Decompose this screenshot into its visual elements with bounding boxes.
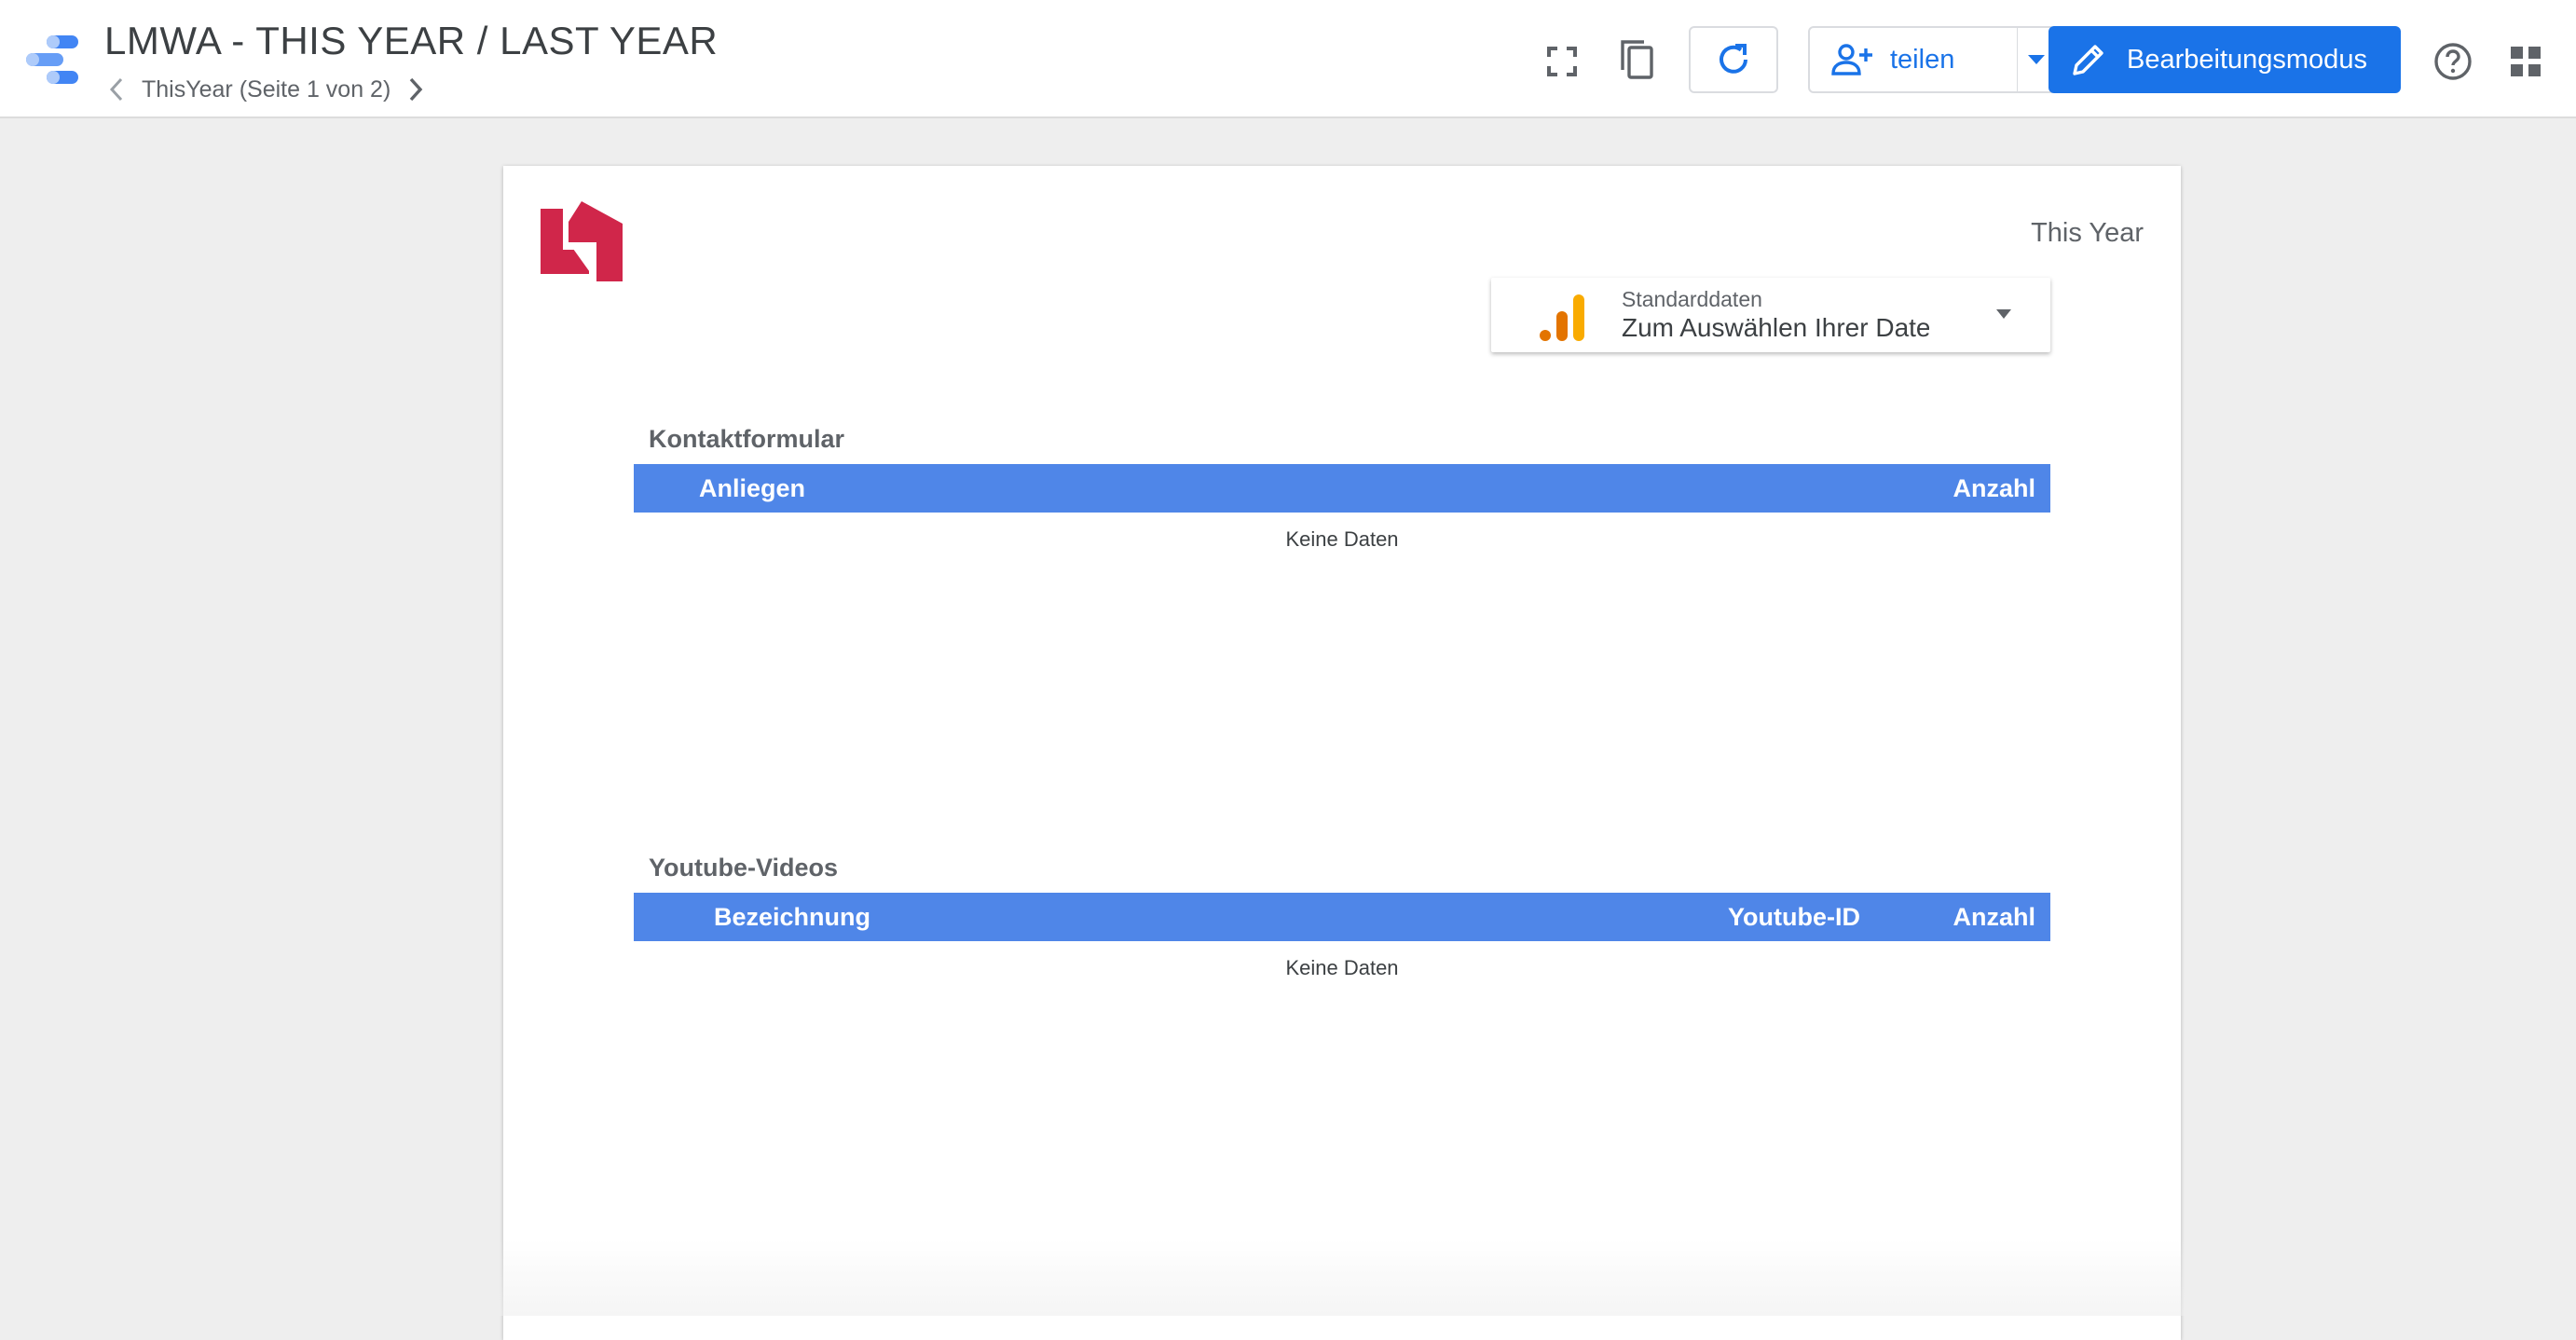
no-data-message: Keine Daten [1285, 956, 1399, 979]
data-source-picker[interactable]: Standarddaten Zum Auswählen Ihrer Datenq… [1491, 278, 2050, 352]
refresh-icon [1720, 44, 1747, 74]
company-logo-icon [541, 201, 623, 281]
apps-button[interactable] [2501, 37, 2550, 86]
refresh-button[interactable] [1689, 26, 1778, 93]
page-navigation: ThisYear (Seite 1 von 2) [103, 73, 430, 106]
data-source-value: Zum Auswählen Ihrer Datenquelle [1622, 313, 1929, 342]
column-header-youtube-id[interactable]: Youtube-ID [1728, 893, 1860, 941]
caret-down-icon [2027, 55, 2045, 64]
data-source-label: Standarddaten [1622, 287, 1762, 311]
copy-icon [1621, 40, 1653, 79]
apps-grid-icon [2511, 47, 2541, 76]
share-button[interactable]: teilen [1808, 26, 2019, 93]
analytics-icon [1540, 294, 1584, 341]
dropdown-caret-icon [1996, 309, 2011, 319]
table-header: Bezeichnung Youtube-ID Anzahl [634, 893, 2050, 941]
contact-form-table: Anliegen Anzahl Keine Daten [634, 464, 2050, 552]
pencil-icon [2073, 45, 2103, 75]
page-indicator[interactable]: ThisYear (Seite 1 von 2) [142, 76, 391, 103]
report-page: This Year Standarddaten Zum Auswählen Ih… [503, 166, 2181, 1340]
no-data-message: Keine Daten [1285, 527, 1399, 551]
youtube-videos-table: Bezeichnung Youtube-ID Anzahl Keine Date… [634, 893, 2050, 980]
app-header: LMWA - THIS YEAR / LAST YEAR ThisYear (S… [0, 0, 2576, 118]
column-header-anliegen[interactable]: Anliegen [699, 464, 805, 513]
table-header: Anliegen Anzahl [634, 464, 2050, 513]
fullscreen-button[interactable] [1538, 37, 1586, 86]
period-label: This Year [2031, 218, 2144, 248]
column-header-anzahl[interactable]: Anzahl [1953, 893, 2035, 941]
person-add-icon [1831, 44, 1872, 75]
youtube-videos-table-title: Youtube-Videos [649, 854, 839, 882]
column-header-anzahl[interactable]: Anzahl [1953, 464, 2035, 513]
edit-mode-label: Bearbeitungsmodus [2127, 44, 2367, 75]
chevron-left-icon [109, 77, 123, 102]
column-header-bezeichnung[interactable]: Bezeichnung [714, 893, 870, 941]
copy-report-button[interactable] [1610, 34, 1663, 86]
help-icon [2434, 43, 2472, 80]
contact-form-table-title: Kontaktformular [649, 425, 845, 453]
chevron-right-icon [410, 77, 423, 102]
previous-page-button[interactable] [103, 73, 130, 106]
share-button-label: teilen [1890, 44, 1955, 75]
help-button[interactable] [2429, 37, 2477, 86]
fullscreen-icon [1547, 47, 1577, 76]
next-page-button[interactable] [402, 73, 430, 106]
looker-studio-logo-icon[interactable] [24, 34, 80, 86]
edit-mode-button[interactable]: Bearbeitungsmodus [2048, 26, 2401, 93]
report-title: LMWA - THIS YEAR / LAST YEAR [104, 19, 719, 62]
